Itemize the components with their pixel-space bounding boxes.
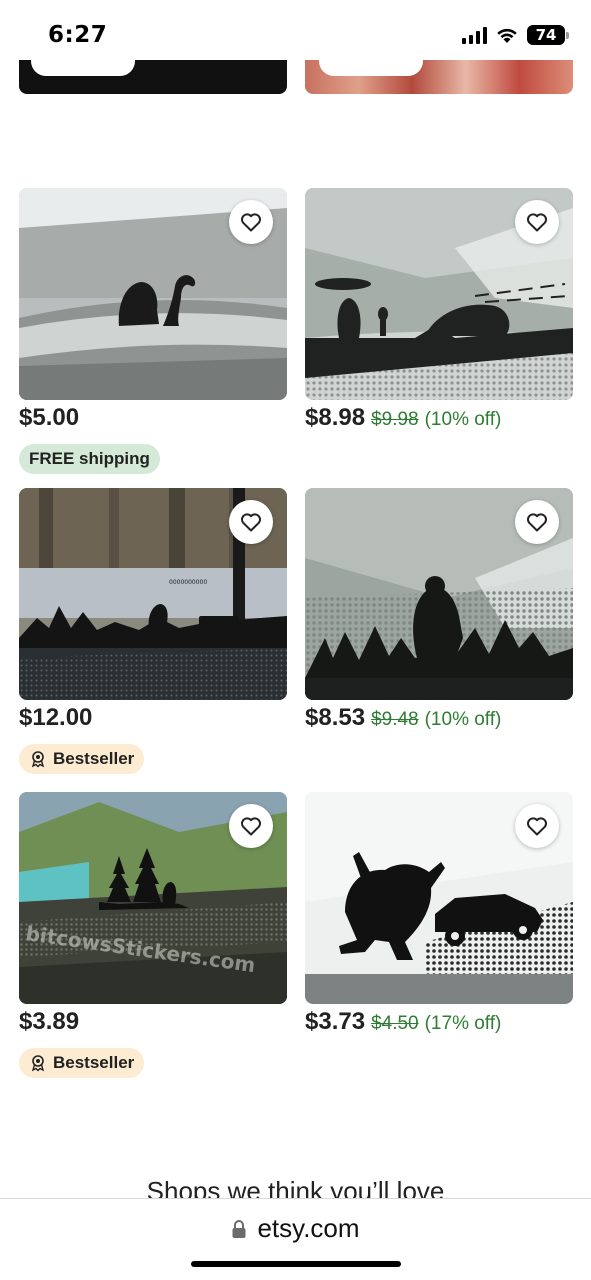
price: $3.89 [19,1008,80,1035]
price-row: $3.73 $4.50 (17% off) [305,1008,573,1038]
previous-listing-image[interactable] [305,60,573,94]
discount-label: (10% off) [424,709,502,730]
product-image[interactable] [305,792,573,1004]
url-text[interactable]: etsy.com [257,1213,359,1244]
bestseller-badge: Bestseller [19,744,145,774]
browser-url-bar[interactable]: etsy.com [0,1198,591,1280]
heart-outline-icon [527,513,547,532]
price-row: $8.53 $9.48 (10% off) [305,704,573,734]
heart-outline-icon [241,817,261,836]
product-card[interactable]: $8.98 $9.98 (10% off) [305,188,573,434]
price: $8.98 [305,404,366,431]
product-card[interactable]: $8.53 $9.48 (10% off) [305,488,573,734]
heart-outline-icon [527,213,547,232]
previous-listing-image[interactable] [19,60,287,94]
status-icons: 74 [462,25,569,45]
bestseller-badge: Bestseller [19,1048,145,1078]
heart-outline-icon [241,213,261,232]
product-card[interactable]: 0000000000 $12.00 Bestseller [19,488,287,774]
battery-icon: 74 [527,25,565,45]
original-price: $9.48 [371,709,419,730]
price: $8.53 [305,704,366,731]
price: $5.00 [19,404,80,431]
product-card[interactable]: $5.00 FREE shipping [19,188,287,474]
favorite-button[interactable] [229,500,273,544]
price: $12.00 [19,704,93,731]
heart-outline-icon [527,817,547,836]
discount-label: (10% off) [424,409,502,430]
award-ribbon-icon [31,1055,45,1072]
cellular-signal-icon [462,26,487,44]
favorite-button[interactable] [515,804,559,848]
battery-level: 74 [535,26,557,44]
award-ribbon-icon [31,751,45,768]
price-row: $12.00 [19,704,287,734]
price-row: $3.89 [19,1008,287,1038]
badge-label: FREE shipping [29,449,150,468]
discount-label: (17% off) [424,1013,502,1034]
product-image[interactable] [305,188,573,400]
product-card[interactable]: $3.73 $4.50 (17% off) [305,792,573,1038]
free-shipping-badge: FREE shipping [19,444,160,474]
product-card[interactable]: bitcowsStickers.com $3.89 Bestseller [19,792,287,1078]
badge-label: Bestseller [53,749,135,768]
favorite-button[interactable] [229,200,273,244]
home-indicator[interactable] [191,1261,401,1267]
status-time: 6:27 [48,22,108,48]
original-price: $9.98 [371,409,419,430]
svg-text:0000000000: 0000000000 [169,579,207,586]
product-image[interactable]: 0000000000 [19,488,287,700]
price: $3.73 [305,1008,366,1035]
favorite-button[interactable] [515,200,559,244]
heart-outline-icon [241,513,261,532]
favorite-button[interactable] [515,500,559,544]
price-row: $8.98 $9.98 (10% off) [305,404,573,434]
product-image[interactable]: bitcowsStickers.com [19,792,287,1004]
lock-icon [232,1219,246,1238]
original-price: $4.50 [371,1013,419,1034]
product-image[interactable] [305,488,573,700]
product-image[interactable] [19,188,287,400]
price-row: $5.00 [19,404,287,434]
badge-label: Bestseller [53,1053,135,1072]
wifi-icon [497,28,517,43]
favorite-button[interactable] [229,804,273,848]
